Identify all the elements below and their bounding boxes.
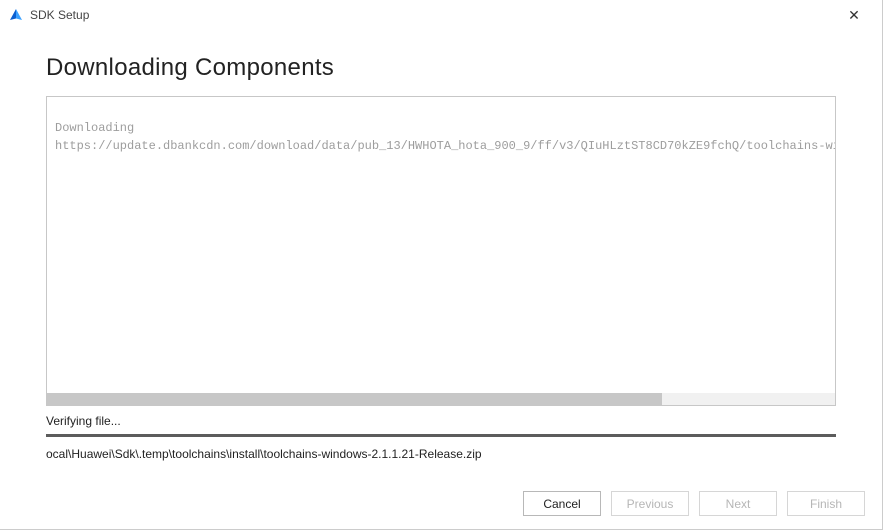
previous-button: Previous (611, 491, 689, 516)
scrollbar-thumb[interactable] (47, 393, 662, 405)
status-text: Verifying file... (46, 414, 836, 428)
app-logo-icon (8, 7, 24, 23)
titlebar: SDK Setup ✕ (0, 0, 882, 30)
close-icon[interactable]: ✕ (834, 0, 874, 30)
log-line: https://update.dbankcdn.com/download/dat… (55, 139, 836, 153)
log-output: Downloading https://update.dbankcdn.com/… (46, 96, 836, 406)
progress-detail-path: ocal\Huawei\Sdk\.temp\toolchains\install… (46, 447, 836, 461)
finish-button: Finish (787, 491, 865, 516)
next-button: Next (699, 491, 777, 516)
log-line: Downloading (55, 121, 134, 135)
content-area: Downloading Components Downloading https… (0, 30, 882, 461)
progress-bar (46, 434, 836, 437)
window-title: SDK Setup (30, 8, 89, 22)
page-title: Downloading Components (46, 54, 836, 82)
cancel-button[interactable]: Cancel (523, 491, 601, 516)
horizontal-scrollbar[interactable] (47, 393, 835, 405)
button-row: Cancel Previous Next Finish (523, 491, 865, 516)
